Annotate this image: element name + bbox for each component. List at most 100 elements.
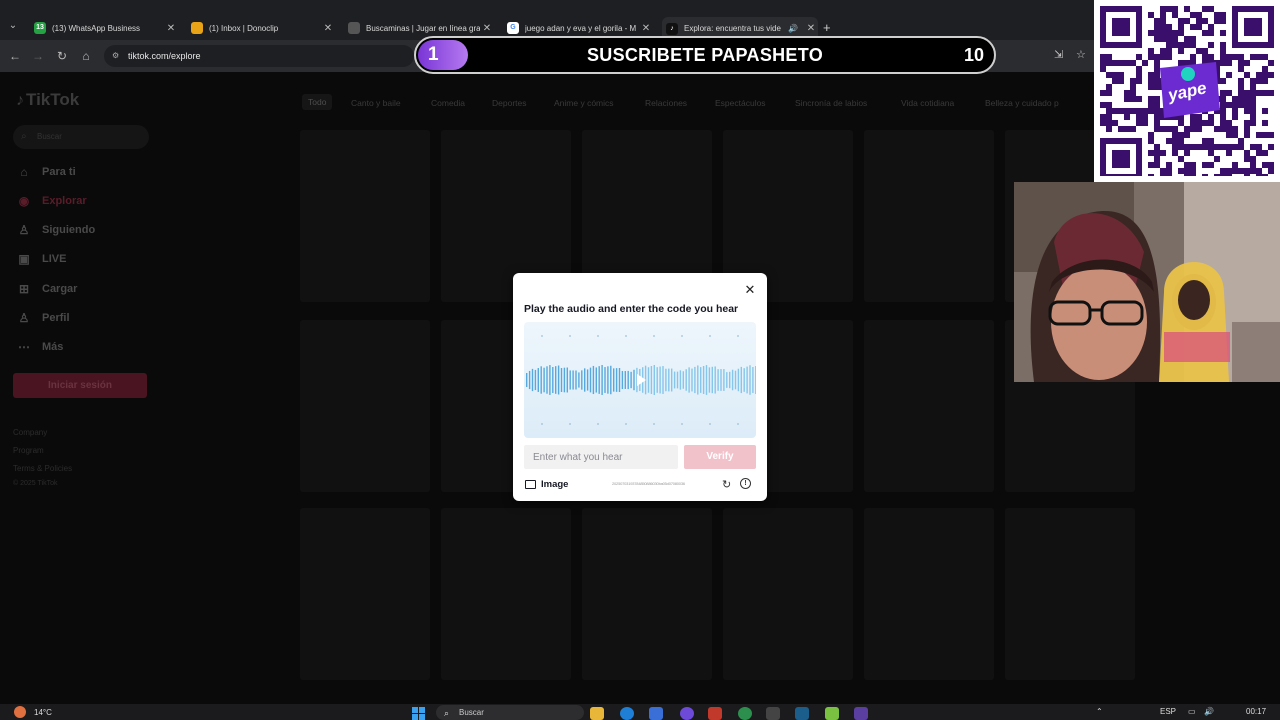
tab-search-button[interactable]: ⌄: [6, 19, 20, 33]
qr-module: [1202, 162, 1208, 168]
category-deportes[interactable]: Deportes: [492, 98, 527, 108]
speaker-icon[interactable]: 🔊: [788, 24, 798, 33]
taskbar-search[interactable]: ⌕ Buscar: [436, 705, 584, 720]
language-indicator[interactable]: ESP: [1160, 707, 1176, 716]
qr-module: [1238, 138, 1244, 144]
site-info-icon[interactable]: ⚙: [112, 51, 122, 61]
qr-module: [1172, 150, 1178, 156]
new-tab-button[interactable]: +: [823, 20, 831, 35]
switch-to-image-button[interactable]: Image: [525, 479, 568, 490]
chrome-icon[interactable]: [738, 707, 752, 720]
video-card-placeholder[interactable]: [864, 320, 994, 492]
video-card-placeholder[interactable]: [723, 508, 853, 680]
edge-icon[interactable]: [620, 707, 634, 720]
nav-item-live[interactable]: ▣ LIVE: [16, 250, 66, 268]
waveform-bar: [552, 367, 554, 393]
search-input[interactable]: ⌕ Buscar: [13, 125, 149, 149]
volume-icon[interactable]: 🔊: [1204, 707, 1214, 716]
refresh-icon[interactable]: ↻: [722, 478, 731, 491]
qr-module: [1112, 108, 1118, 114]
verify-button[interactable]: Verify: [684, 445, 756, 469]
nav-item-explorar[interactable]: ◉ Explorar: [16, 192, 87, 210]
tab-whatsapp[interactable]: 13 (13) WhatsApp Business ✕: [30, 17, 178, 39]
close-icon[interactable]: ✕: [480, 23, 494, 34]
nav-item-para-ti[interactable]: ⌂ Para ti: [16, 163, 75, 181]
bookmark-star-icon[interactable]: ☆: [1076, 48, 1086, 61]
qr-module: [1238, 84, 1244, 90]
brave-icon[interactable]: [708, 707, 722, 720]
qr-module: [1226, 60, 1232, 66]
address-bar[interactable]: ⚙ tiktok.com/explore: [104, 45, 414, 67]
back-arrow-icon[interactable]: ←: [7, 48, 23, 64]
waveform-bar: [705, 365, 708, 395]
steam-icon[interactable]: [795, 707, 809, 720]
qr-module: [1166, 168, 1172, 174]
qr-module: [1142, 60, 1148, 66]
footer-program[interactable]: Program: [13, 446, 44, 455]
category-canto-y-baile[interactable]: Canto y baile: [351, 98, 401, 108]
file-explorer-icon[interactable]: [590, 707, 604, 720]
footer-company[interactable]: Company: [13, 428, 47, 437]
waveform-bar: [578, 372, 580, 388]
video-card-placeholder[interactable]: [300, 130, 430, 302]
tiktok-logo[interactable]: ♪ TikTok: [16, 90, 79, 110]
category-relaciones[interactable]: Relaciones: [645, 98, 687, 108]
video-card-placeholder[interactable]: [864, 130, 994, 302]
qr-module: [1106, 108, 1112, 114]
network-icon[interactable]: ▭: [1188, 707, 1196, 716]
video-card-placeholder[interactable]: [1005, 508, 1135, 680]
category-todo[interactable]: Todo: [302, 94, 333, 110]
footer-terms[interactable]: Terms & Policies: [13, 464, 72, 473]
waveform-bar: [560, 368, 563, 392]
category-anime-y-comics[interactable]: Anime y cómics: [554, 98, 614, 108]
login-button[interactable]: Iniciar sesión: [13, 373, 147, 398]
close-icon[interactable]: ✕: [164, 23, 178, 34]
qr-module: [1256, 174, 1262, 176]
nav-item-perfil[interactable]: ♙ Perfil: [16, 309, 70, 327]
install-app-icon[interactable]: ⇲: [1054, 48, 1063, 61]
close-icon[interactable]: ✕: [743, 283, 757, 297]
category-vida-cotidiana[interactable]: Vida cotidiana: [901, 98, 954, 108]
discord-icon[interactable]: [680, 707, 694, 720]
minecraft-icon[interactable]: [825, 707, 839, 720]
waveform-bar: [668, 368, 670, 392]
close-icon[interactable]: ✕: [321, 23, 335, 34]
weather-widget[interactable]: 14°C: [14, 706, 52, 718]
qr-module: [1190, 24, 1196, 30]
store-icon[interactable]: [649, 707, 663, 720]
nav-item-mas[interactable]: ⋯ Más: [16, 338, 63, 356]
video-card-placeholder[interactable]: [300, 320, 430, 492]
video-card-placeholder[interactable]: [300, 508, 430, 680]
forward-arrow-icon[interactable]: →: [30, 48, 46, 64]
start-button[interactable]: [412, 707, 426, 720]
info-icon[interactable]: !: [740, 478, 751, 489]
category-belleza-y-cuidado[interactable]: Belleza y cuidado p: [985, 98, 1059, 108]
qr-module: [1208, 138, 1214, 144]
qr-module: [1130, 90, 1136, 96]
reload-icon[interactable]: ↻: [54, 48, 70, 64]
category-comedia[interactable]: Comedia: [431, 98, 465, 108]
close-icon[interactable]: ✕: [639, 23, 653, 34]
category-espectaculos[interactable]: Espectáculos: [715, 98, 766, 108]
nav-item-cargar[interactable]: ⊞ Cargar: [16, 280, 78, 298]
home-icon[interactable]: ⌂: [78, 48, 94, 64]
clock[interactable]: 00:17: [1246, 707, 1266, 716]
captcha-code-input[interactable]: [524, 445, 678, 469]
nav-item-siguiendo[interactable]: ♙ Siguiendo: [16, 221, 96, 239]
video-card-placeholder[interactable]: [441, 508, 571, 680]
qr-module: [1256, 132, 1262, 138]
audio-waveform-player[interactable]: [524, 322, 756, 438]
donoclip-icon: [191, 22, 203, 34]
tray-chevron-icon[interactable]: ⌃: [1096, 707, 1103, 716]
close-icon[interactable]: ✕: [804, 23, 818, 34]
video-card-placeholder[interactable]: [582, 508, 712, 680]
qr-module: [1106, 120, 1112, 126]
qr-module: [1172, 30, 1178, 36]
qr-module: [1262, 78, 1268, 84]
tab-donoclip[interactable]: (1) Inbox | Donoclip ✕: [187, 17, 335, 39]
obs-icon[interactable]: [766, 707, 780, 720]
video-card-placeholder[interactable]: [864, 508, 994, 680]
app-icon[interactable]: [854, 707, 868, 720]
waveform-dot: [569, 335, 571, 337]
category-sincronia-de-labios[interactable]: Sincronía de labios: [795, 98, 867, 108]
